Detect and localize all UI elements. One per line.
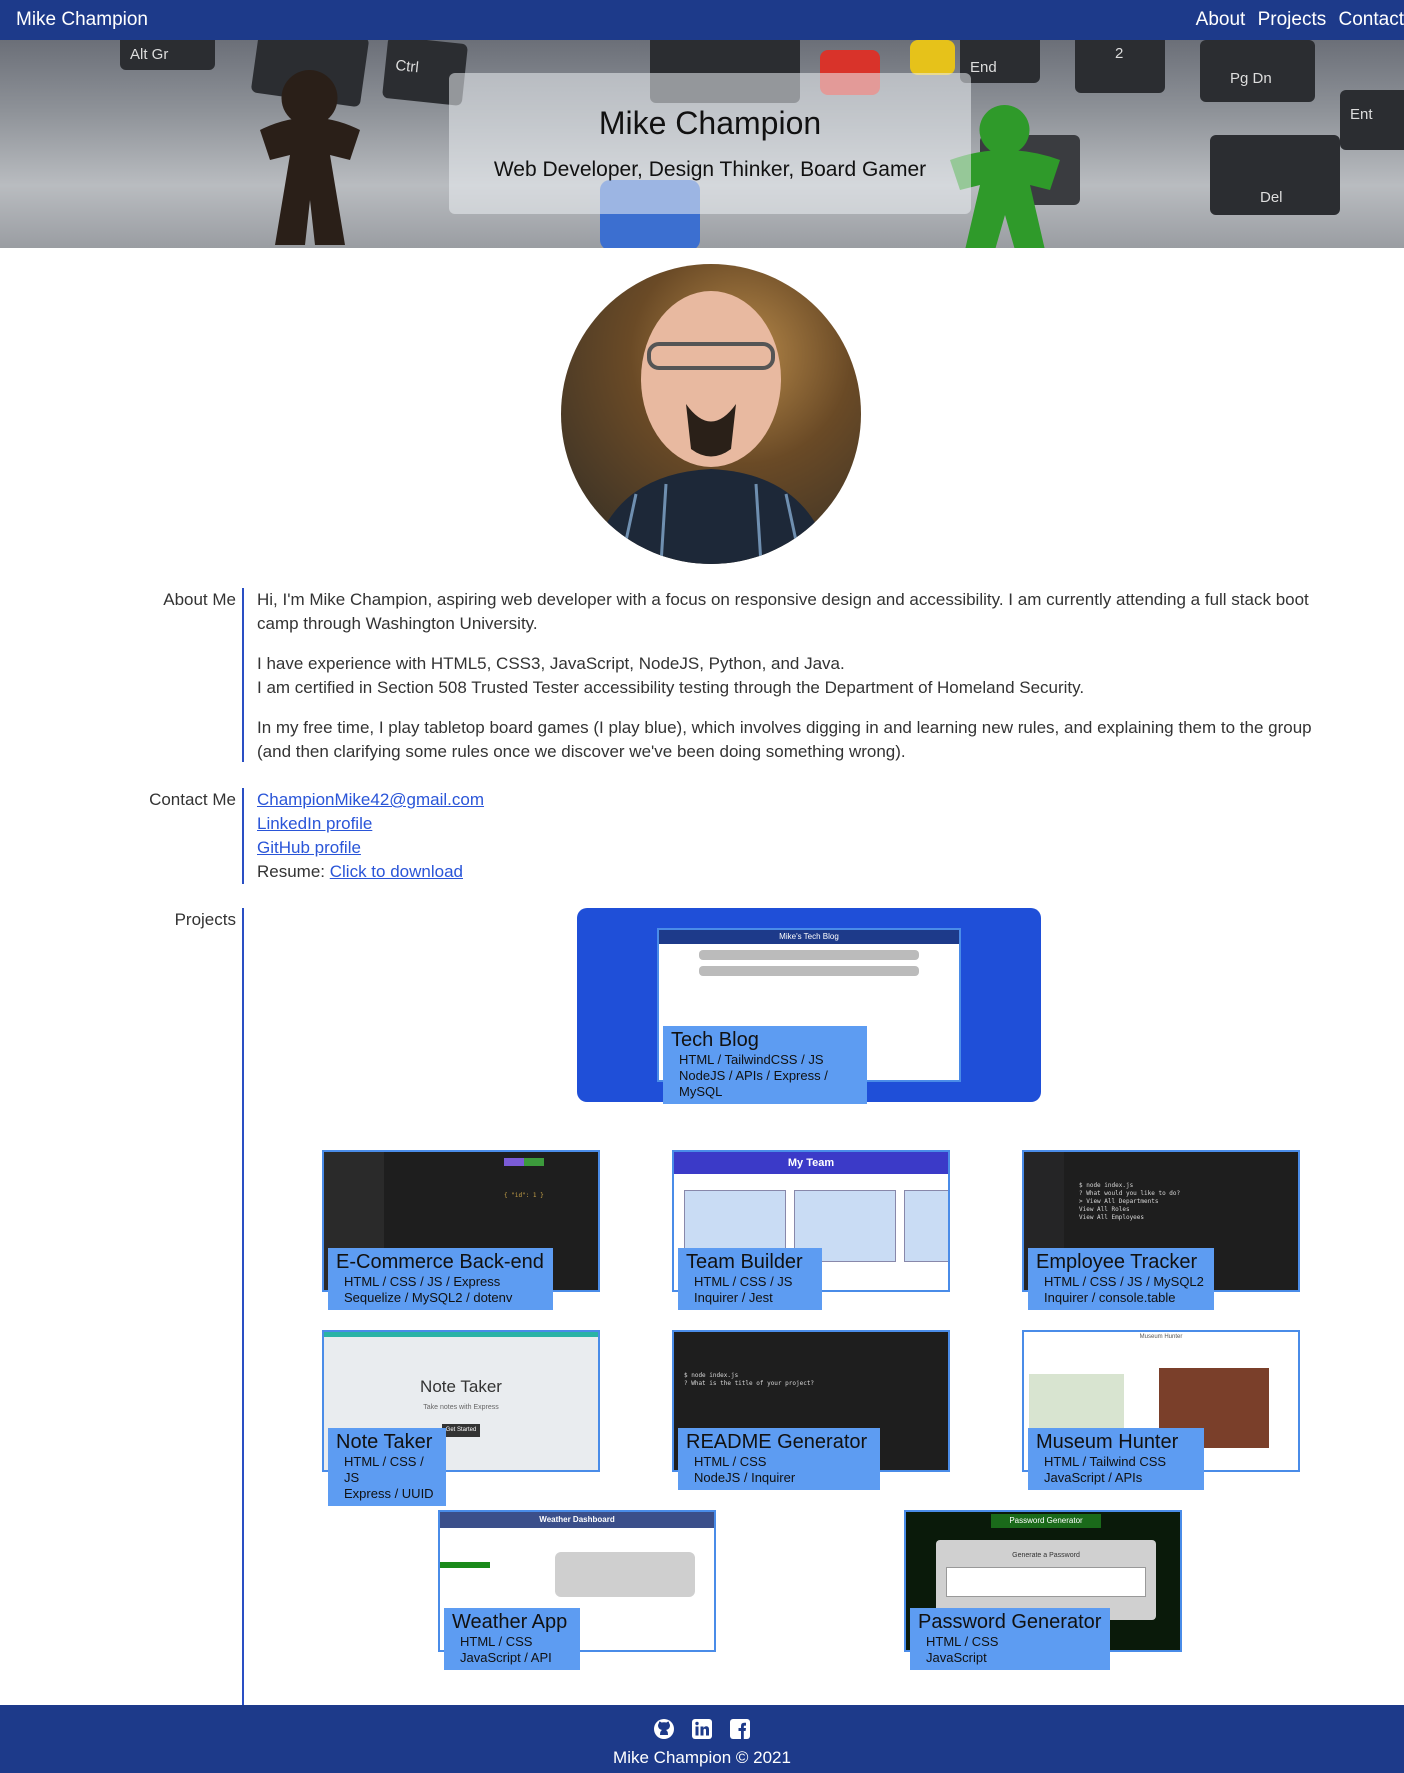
- github-link[interactable]: GitHub profile: [257, 836, 1347, 860]
- readme-title: README Generator: [686, 1431, 868, 1453]
- tech-blog-caption: Tech Blog HTML / TailwindCSS / JS NodeJS…: [663, 1026, 867, 1104]
- note-taker-screen-sub: Take notes with Express: [423, 1404, 499, 1411]
- password-screen-sub: Generate a Password: [1012, 1552, 1080, 1559]
- hero-panel: Mike Champion Web Developer, Design Thin…: [449, 73, 971, 214]
- password-screen-header: Password Generator: [991, 1514, 1101, 1528]
- weather-tech-1: HTML / CSS: [460, 1634, 533, 1649]
- featured-project-card[interactable]: Mike's Tech Blog Tech Blog HTML / Tailwi…: [577, 908, 1041, 1104]
- about-paragraph-1: Hi, I'm Mike Champion, aspiring web deve…: [257, 590, 1309, 633]
- hero-subtitle: Web Developer, Design Thinker, Board Gam…: [493, 158, 927, 181]
- brand-link[interactable]: Mike Champion: [16, 9, 148, 31]
- contact-content: ChampionMike42@gmail.com LinkedIn profil…: [257, 788, 1347, 884]
- key-del: Del: [1210, 135, 1340, 215]
- employee-tracker-tech-1: HTML / CSS / JS / MySQL2: [1044, 1274, 1204, 1289]
- projects-label: Projects: [174, 910, 236, 929]
- team-builder-caption: Team Builder HTML / CSS / JS Inquirer / …: [678, 1248, 822, 1310]
- readme-caption: README Generator HTML / CSS NodeJS / Inq…: [678, 1428, 880, 1490]
- ecommerce-tech-2: Sequelize / MySQL2 / dotenv: [344, 1290, 513, 1305]
- museum-hunter-title: Museum Hunter: [1036, 1431, 1179, 1453]
- key-pgdn: Pg Dn: [1200, 40, 1315, 102]
- black-meeple-icon: [260, 70, 360, 245]
- museum-hunter-tech-2: JavaScript / APIs: [1044, 1470, 1143, 1485]
- tech-blog-tech-2: NodeJS / APIs / Express / MySQL: [679, 1068, 828, 1099]
- password-title: Password Generator: [918, 1611, 1102, 1633]
- about-divider: [242, 588, 244, 762]
- museum-hunter-screen-title: Museum Hunter: [1139, 1334, 1183, 1340]
- employee-tracker-tech-2: Inquirer / console.table: [1044, 1290, 1176, 1305]
- weather-title: Weather App: [452, 1611, 568, 1633]
- profile-photo: [561, 264, 861, 564]
- password-tech-1: HTML / CSS: [926, 1634, 999, 1649]
- ecommerce-title: E-Commerce Back-end: [336, 1251, 544, 1273]
- projects-divider: [242, 908, 244, 1705]
- about-content: Hi, I'm Mike Champion, aspiring web deve…: [257, 588, 1347, 780]
- linkedin-icon[interactable]: [691, 1718, 713, 1740]
- note-taker-screen-btn: Get Started: [442, 1424, 480, 1437]
- resume-line: Resume: Click to download: [257, 860, 1347, 884]
- about-certification: I am certified in Section 508 Trusted Te…: [257, 678, 1085, 697]
- top-navbar: Mike Champion About Projects Contact: [0, 0, 1404, 40]
- nav-links: About Projects Contact: [1189, 9, 1404, 31]
- museum-hunter-tech-1: HTML / Tailwind CSS: [1044, 1454, 1167, 1469]
- password-tech-2: JavaScript: [926, 1650, 987, 1665]
- readme-tech-2: NodeJS / Inquirer: [694, 1470, 796, 1485]
- person-portrait-icon: [591, 291, 831, 564]
- note-taker-tech-2: Express / UUID: [344, 1486, 434, 1501]
- key-altgr: Alt Gr: [120, 40, 215, 70]
- hero-title: Mike Champion: [598, 105, 822, 141]
- footer: Mike Champion © 2021: [0, 1705, 1404, 1773]
- note-taker-tech-1: HTML / CSS / JS: [344, 1454, 424, 1485]
- nav-link-about[interactable]: About: [1196, 9, 1246, 30]
- github-icon[interactable]: [653, 1718, 675, 1740]
- note-taker-title: Note Taker: [336, 1431, 433, 1453]
- employee-tracker-caption: Employee Tracker HTML / CSS / JS / MySQL…: [1028, 1248, 1214, 1310]
- about-label: About Me: [163, 590, 236, 609]
- linkedin-link[interactable]: LinkedIn profile: [257, 812, 1347, 836]
- ecommerce-caption: E-Commerce Back-end HTML / CSS / JS / Ex…: [328, 1248, 553, 1310]
- employee-tracker-title: Employee Tracker: [1036, 1251, 1198, 1273]
- weather-caption: Weather App HTML / CSS JavaScript / API: [444, 1608, 580, 1670]
- note-taker-screen-title: Note Taker: [420, 1377, 502, 1396]
- social-icons: [0, 1718, 1404, 1745]
- footer-copyright: Mike Champion © 2021: [613, 1748, 791, 1767]
- contact-label: Contact Me: [149, 790, 236, 809]
- tech-blog-title: Tech Blog: [671, 1029, 759, 1051]
- about-paragraph-3: In my free time, I play tabletop board g…: [257, 718, 1312, 761]
- resume-download-link[interactable]: Click to download: [330, 862, 463, 881]
- readme-screen-prompt: ? What is the title of your project?: [684, 1380, 815, 1387]
- nav-link-contact[interactable]: Contact: [1339, 9, 1404, 30]
- tech-blog-tech-1: HTML / TailwindCSS / JS: [679, 1052, 824, 1067]
- team-builder-tech-1: HTML / CSS / JS: [694, 1274, 793, 1289]
- tech-blog-screen-header: Mike's Tech Blog: [659, 930, 959, 944]
- museum-hunter-caption: Museum Hunter HTML / Tailwind CSS JavaSc…: [1028, 1428, 1204, 1490]
- team-builder-title: Team Builder: [686, 1251, 803, 1273]
- facebook-icon[interactable]: [729, 1718, 751, 1740]
- about-paragraph-2: I have experience with HTML5, CSS3, Java…: [257, 652, 1347, 700]
- key-2: 2: [1075, 40, 1165, 93]
- nav-link-projects[interactable]: Projects: [1258, 9, 1327, 30]
- hero-banner: Alt Gr Ctrl End 2 Pg Dn Ent Del Mike Cha…: [0, 40, 1404, 248]
- note-taker-caption: Note Taker HTML / CSS / JS Express / UUI…: [328, 1428, 446, 1506]
- about-skills: I have experience with HTML5, CSS3, Java…: [257, 654, 845, 673]
- key-end: End: [960, 40, 1040, 83]
- email-link[interactable]: ChampionMike42@gmail.com: [257, 788, 1347, 812]
- key-enter: Ent: [1340, 90, 1404, 150]
- weather-screen-header: Weather Dashboard: [440, 1512, 714, 1528]
- team-builder-screen-header: My Team: [674, 1152, 948, 1174]
- resume-label: Resume:: [257, 862, 330, 881]
- password-caption: Password Generator HTML / CSS JavaScript: [910, 1608, 1110, 1670]
- readme-tech-1: HTML / CSS: [694, 1454, 767, 1469]
- team-builder-tech-2: Inquirer / Jest: [694, 1290, 773, 1305]
- weather-tech-2: JavaScript / API: [460, 1650, 552, 1665]
- contact-divider: [242, 788, 244, 884]
- ecommerce-tech-1: HTML / CSS / JS / Express: [344, 1274, 501, 1289]
